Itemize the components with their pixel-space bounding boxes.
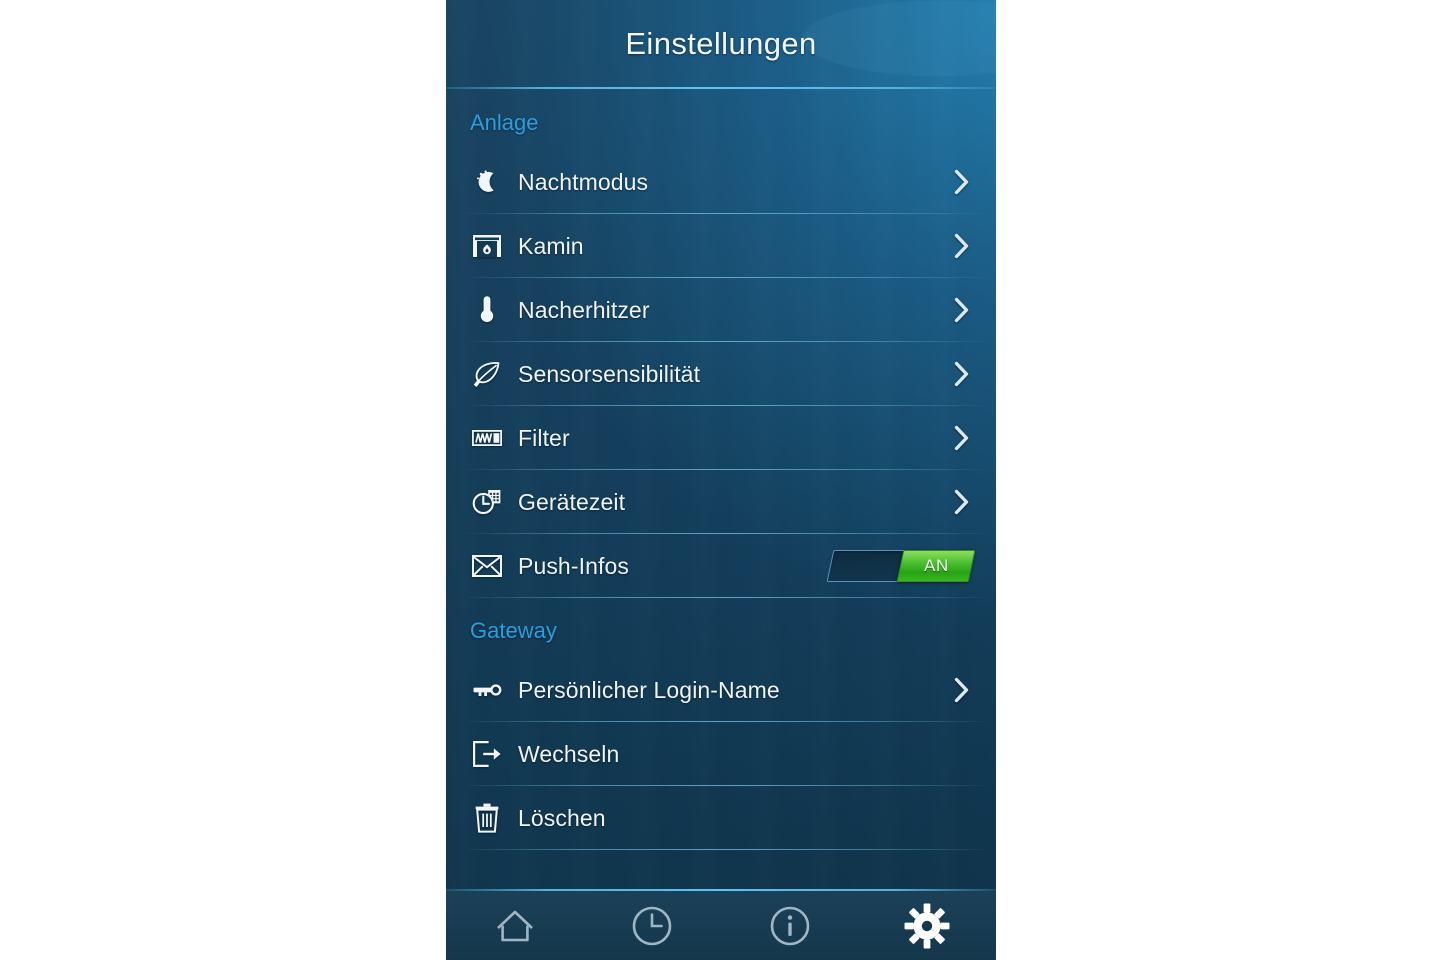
moon-icon xyxy=(470,165,504,199)
nav-settings[interactable] xyxy=(859,891,997,960)
list-item-label: Gerätezeit xyxy=(518,488,626,515)
toggle-knob[interactable]: AN xyxy=(896,550,976,582)
chevron-right-icon[interactable] xyxy=(952,487,972,517)
logout-icon xyxy=(470,737,504,771)
list-item-label: Filter xyxy=(518,424,570,451)
list-item[interactable]: Nachtmodus xyxy=(446,150,996,214)
row-separator xyxy=(468,597,988,598)
chevron-right-icon[interactable] xyxy=(952,423,972,453)
gear-icon xyxy=(904,903,950,949)
list-item[interactable]: Löschen xyxy=(446,786,996,850)
section-label-gateway: Gateway xyxy=(470,618,557,643)
chevron-right-icon[interactable] xyxy=(952,359,972,389)
screenshot-canvas: Einstellungen Anlage Nachtmodus Kamin Na… xyxy=(0,0,1440,960)
envelope-icon xyxy=(470,549,504,583)
chevron-right-icon[interactable] xyxy=(952,295,972,325)
list-item-label: Löschen xyxy=(518,804,606,831)
list-item-label: Sensorsensibilität xyxy=(518,360,701,387)
list-item[interactable]: Nacherhitzer xyxy=(446,278,996,342)
settings-list: Anlage Nachtmodus Kamin Nacherhitzer Sen… xyxy=(446,88,996,889)
chevron-right-icon[interactable] xyxy=(952,167,972,197)
nav-info[interactable] xyxy=(721,891,859,960)
list-item[interactable]: Persönlicher Login-Name xyxy=(446,658,996,722)
thermometer-icon xyxy=(470,293,504,327)
list-item[interactable]: Push-Infos AN xyxy=(446,534,996,598)
nav-history[interactable] xyxy=(584,891,722,960)
toggle-state-label: AN xyxy=(923,556,949,575)
info-icon xyxy=(769,905,811,947)
filter-icon xyxy=(470,421,504,455)
list-item[interactable]: Gerätezeit xyxy=(446,470,996,534)
list-item-label: Kamin xyxy=(518,232,584,259)
leaf-icon xyxy=(470,357,504,391)
phone-screen: Einstellungen Anlage Nachtmodus Kamin Na… xyxy=(446,0,996,960)
clock-icon xyxy=(631,905,673,947)
list-item[interactable]: Sensorsensibilität xyxy=(446,342,996,406)
key-icon xyxy=(470,673,504,707)
list-item[interactable]: Kamin xyxy=(446,214,996,278)
home-icon xyxy=(493,906,537,946)
list-item-label: Nacherhitzer xyxy=(518,296,650,323)
section-label-anlage: Anlage xyxy=(470,110,539,135)
list-item-label: Push-Infos xyxy=(518,552,629,579)
chevron-right-icon[interactable] xyxy=(952,675,972,705)
list-item-label: Wechseln xyxy=(518,740,620,767)
bottom-navigation xyxy=(446,891,996,960)
list-item[interactable]: Wechseln xyxy=(446,722,996,786)
list-item[interactable]: Filter xyxy=(446,406,996,470)
push-infos-toggle[interactable]: AN xyxy=(826,550,976,582)
row-separator xyxy=(468,849,988,850)
list-item-label: Nachtmodus xyxy=(518,168,649,195)
nav-home[interactable] xyxy=(446,891,584,960)
app-header: Einstellungen xyxy=(446,0,996,88)
list-item-label: Persönlicher Login-Name xyxy=(518,676,780,703)
fireplace-icon xyxy=(470,229,504,263)
chevron-right-icon[interactable] xyxy=(952,231,972,261)
clock-calendar-icon xyxy=(470,485,504,519)
trash-icon xyxy=(470,801,504,835)
page-title: Einstellungen xyxy=(625,26,817,61)
